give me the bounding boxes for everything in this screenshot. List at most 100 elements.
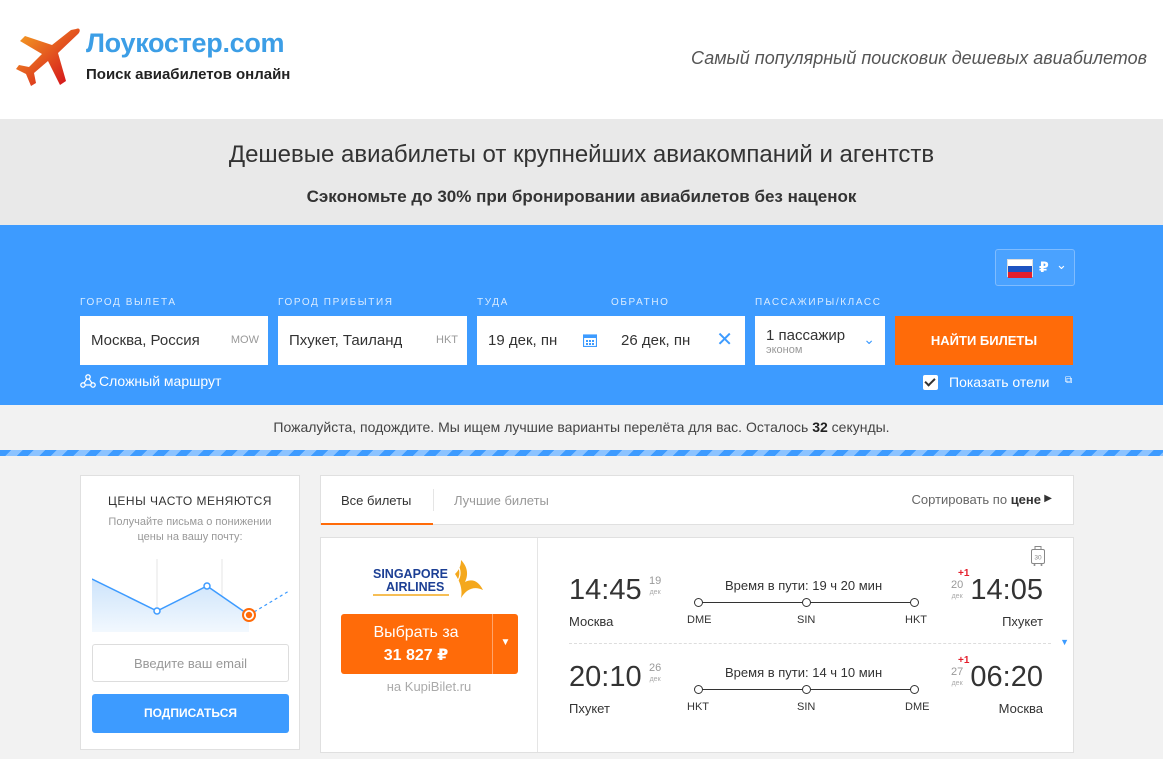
depart-label: Туда	[477, 297, 509, 308]
sort-prefix: Сортировать по	[911, 492, 1008, 507]
select-ticket-main[interactable]: Выбрать за 31 827 ₽	[341, 614, 491, 674]
stop-dot	[802, 685, 811, 694]
ticket-price: 31 827 ₽	[383, 647, 449, 664]
select-ticket-button[interactable]: Выбрать за 31 827 ₽ ▼	[341, 614, 518, 674]
price-alert-box: ЦЕНЫ ЧАСТО МЕНЯЮТСЯ Получайте письма о п…	[80, 475, 300, 750]
departure-day: 26	[649, 662, 662, 674]
destination-field[interactable]: Пхукет, Таиланд HKT	[278, 316, 467, 365]
seconds-left: 32	[812, 419, 828, 435]
ticket-card: SINGAPORE AIRLINES Выбрать за 31 827 ₽ ▼…	[320, 537, 1074, 753]
waiting-text: Пожалуйста, подождите. Мы ищем лучшие ва…	[273, 419, 813, 435]
subscribe-button[interactable]: ПОДПИСАТЬСЯ	[92, 694, 289, 733]
origin-label: Город вылета	[80, 297, 177, 308]
flight-duration: Время в пути: 19 ч 20 мин	[725, 578, 883, 593]
flight-duration: Время в пути: 14 ч 10 мин	[725, 665, 883, 680]
arrival-time: 06:20	[970, 661, 1043, 693]
depart-date-value: 19 дек, пн	[488, 332, 558, 349]
departure-date: 26 дек	[649, 663, 661, 685]
hero-title: Дешевые авиабилеты от крупнейших авиаком…	[228, 141, 935, 168]
departure-time: 14:45	[569, 574, 642, 606]
airline-logo-line2: AIRLINES	[386, 580, 444, 594]
active-tab-indicator	[321, 523, 433, 525]
passengers-label: Пассажиры/класс	[755, 297, 882, 308]
passengers-field[interactable]: 1 пассажир эконом ⌄	[755, 316, 885, 365]
price-trend-illustration	[92, 559, 289, 632]
arrival-city: Москва	[998, 701, 1043, 716]
price-alert-title: ЦЕНЫ ЧАСТО МЕНЯЮТСЯ	[108, 494, 272, 508]
departure-time: 20:10	[569, 661, 642, 693]
departure-date: 19 дек	[649, 576, 661, 598]
agency-name[interactable]: на KupiBilet.ru	[321, 679, 537, 694]
more-offers-dropdown-icon[interactable]: ▼	[493, 614, 518, 674]
next-day-badge: +1	[958, 568, 970, 579]
calendar-icon[interactable]	[583, 333, 597, 347]
currency-selector[interactable]: ₽ ⌄	[995, 249, 1075, 286]
tab-divider	[433, 489, 434, 511]
stop-code: DME	[687, 614, 712, 626]
stop-code: HKT	[687, 701, 709, 713]
complex-route-link[interactable]: Сложный маршрут	[80, 373, 221, 389]
tab-best-tickets[interactable]: Лучшие билеты	[454, 493, 549, 508]
find-tickets-button[interactable]: НАЙТИ БИЛЕТЫ	[895, 316, 1073, 365]
arrival-city: Пхукет	[1002, 614, 1043, 629]
destination-code: HKT	[436, 334, 458, 346]
chevron-down-icon: ⌄	[863, 331, 875, 347]
search-progress-message: Пожалуйста, подождите. Мы ищем лучшие ва…	[0, 405, 1163, 450]
arrival-date: 27 дек	[951, 667, 963, 689]
flight-leg-outbound: 14:45 19 дек Москва Время в пути: 19 ч 20…	[539, 552, 1073, 638]
class-value: эконом	[766, 344, 803, 356]
ticket-price-panel: SINGAPORE AIRLINES Выбрать за 31 827 ₽ ▼…	[321, 538, 538, 752]
stop-dot	[694, 598, 703, 607]
flight-leg-return: 20:10 26 дек Пхукет Время в пути: 14 ч 10…	[539, 639, 1073, 725]
origin-field[interactable]: Москва, Россия MOW	[80, 316, 268, 365]
caret-right-icon[interactable]: ▶	[1044, 493, 1052, 504]
route-line: HKT SIN DME	[687, 685, 929, 715]
destination-value: Пхукет, Таиланд	[289, 332, 403, 349]
return-date-value: 26 дек, пн	[621, 332, 691, 349]
stop-dot	[802, 598, 811, 607]
email-field[interactable]	[92, 644, 289, 682]
arrival-date: 20 дек	[951, 580, 963, 602]
return-label: Обратно	[611, 297, 670, 308]
stop-code: DME	[905, 701, 930, 713]
clear-return-icon[interactable]: ✕	[716, 330, 733, 350]
arrival-time: 14:05	[970, 574, 1043, 606]
tagline: Самый популярный поисковик дешевых авиаб…	[691, 48, 1147, 68]
external-link-icon[interactable]: ⧉	[1065, 375, 1072, 386]
tab-all-tickets[interactable]: Все билеты	[341, 493, 411, 508]
depart-date-field[interactable]: 19 дек, пн	[477, 316, 610, 365]
stop-dot	[694, 685, 703, 694]
airline-logo-line1: SINGAPORE	[373, 567, 448, 581]
sort-field: цене	[1010, 492, 1041, 507]
arrival-month: дек	[951, 593, 963, 600]
origin-code: MOW	[230, 334, 259, 346]
hero-banner: Дешевые авиабилеты от крупнейших авиаком…	[0, 119, 1163, 225]
route-line: DME SIN HKT	[687, 598, 927, 628]
complex-route-label: Сложный маршрут	[99, 373, 222, 389]
departure-month: дек	[649, 589, 661, 596]
currency-symbol: ₽	[1039, 259, 1049, 275]
origin-value: Москва, Россия	[91, 332, 200, 349]
select-ticket-label: Выбрать за	[373, 624, 459, 641]
route-icon	[80, 374, 96, 388]
next-day-badge: +1	[958, 655, 970, 666]
waiting-text-end: секунды.	[827, 419, 890, 435]
plane-logo-icon[interactable]	[14, 25, 82, 89]
return-date-field[interactable]: 26 дек, пн ✕	[610, 316, 745, 365]
singapore-airlines-logo: SINGAPORE AIRLINES	[373, 560, 483, 598]
arrival-month: дек	[951, 680, 963, 687]
stop-code: SIN	[797, 701, 816, 713]
price-alert-description: Получайте письма о понижении цены на ваш…	[108, 516, 272, 543]
search-form: ₽ ⌄ Город вылета Москва, Россия MOW Горо…	[0, 225, 1163, 405]
chevron-down-icon: ⌄	[1056, 257, 1067, 272]
stop-dot	[910, 685, 919, 694]
show-hotels-checkbox[interactable]	[923, 375, 938, 390]
departure-city: Москва	[569, 614, 614, 629]
hero-subtitle: Сэкономьте до 30% при бронировании авиаб…	[306, 187, 857, 206]
passengers-value: 1 пассажир	[766, 327, 846, 344]
departure-city: Пхукет	[569, 701, 610, 716]
site-header: Лоукостер.com Поиск авиабилетов онлайн С…	[0, 0, 1163, 119]
logo-title[interactable]: Лоукостер.com	[86, 28, 285, 59]
show-hotels-label[interactable]: Показать отели	[949, 374, 1049, 390]
sort-control[interactable]: Сортировать по цене	[912, 492, 1042, 507]
